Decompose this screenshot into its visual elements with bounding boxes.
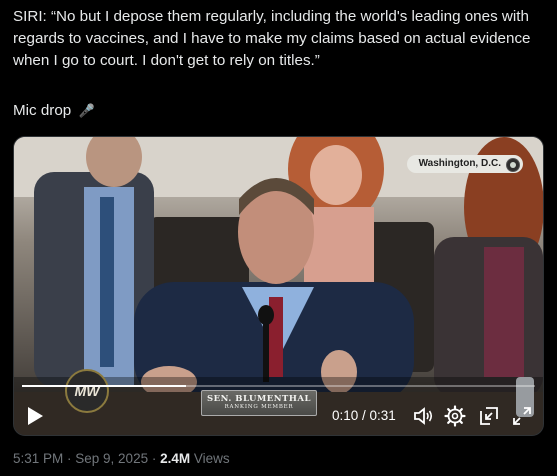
microphone-icon: 🎤 xyxy=(78,103,95,118)
video-progress-fill xyxy=(22,385,187,387)
volume-icon xyxy=(414,407,433,425)
timestamp[interactable]: 5:31 PM · Sep 9, 2025 · xyxy=(13,451,160,466)
video-controls: 0:10 / 0:31 xyxy=(14,397,543,435)
picture-in-picture-button[interactable] xyxy=(478,405,500,427)
tweet-meta: 5:31 PM · Sep 9, 2025 · 2.4M Views xyxy=(13,451,230,466)
volume-button[interactable] xyxy=(412,405,434,427)
views-count: 2.4M xyxy=(160,451,191,466)
video-player[interactable]: Washington, D.C. MW SEN. BLUMENTHAL RANK… xyxy=(13,136,544,436)
fullscreen-icon xyxy=(513,407,531,425)
tweet-text-mic-drop: Mic drop 🎤 xyxy=(13,100,95,122)
play-button[interactable] xyxy=(26,406,44,426)
live-indicator-icon xyxy=(506,158,520,172)
views-label: Views xyxy=(190,451,230,466)
tweet-text: SIRI: “No but I depose them regularly, i… xyxy=(13,8,535,69)
mic-drop-label: Mic drop xyxy=(13,102,72,119)
gear-icon xyxy=(444,405,466,427)
location-label: Washington, D.C. xyxy=(418,158,501,169)
video-progress-bar[interactable] xyxy=(22,385,535,387)
location-badge: Washington, D.C. xyxy=(406,155,523,173)
play-icon xyxy=(28,407,43,425)
settings-button[interactable] xyxy=(444,405,466,427)
picture-in-picture-icon xyxy=(480,407,498,425)
fullscreen-button[interactable] xyxy=(511,405,533,427)
time-display: 0:10 / 0:31 xyxy=(332,408,396,423)
